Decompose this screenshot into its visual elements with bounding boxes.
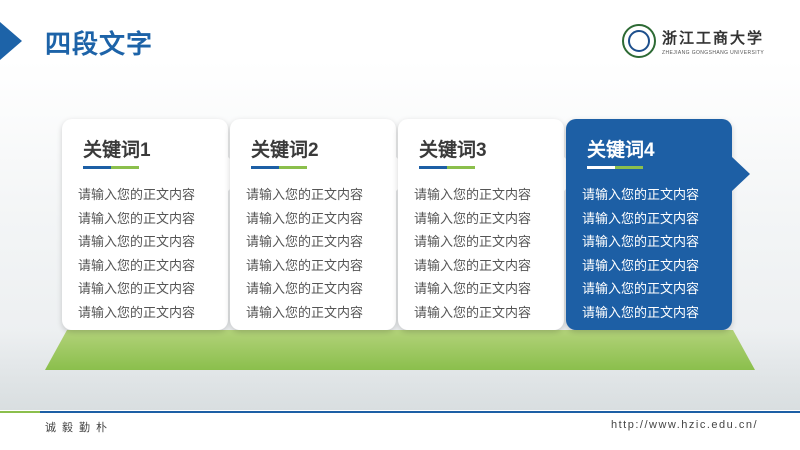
- keyword-card-2: 关键词2 请输入您的正文内容 请输入您的正文内容 请输入您的正文内容 请输入您的…: [230, 119, 414, 330]
- card-body-line: 请输入您的正文内容: [582, 304, 700, 320]
- logo-name-cn: 浙江工商大学: [662, 28, 765, 47]
- card-body-line: 请输入您的正文内容: [414, 187, 532, 202]
- keyword-card-3: 关键词3 请输入您的正文内容 请输入您的正文内容 请输入您的正文内容 请输入您的…: [398, 119, 582, 330]
- card-body-line: 请输入您的正文内容: [246, 257, 364, 273]
- footer-url[interactable]: http://www.hzic.edu.cn/: [611, 419, 758, 431]
- card-title-underline: [251, 166, 307, 169]
- card-title-underline: [83, 166, 139, 169]
- footer-divider: [0, 411, 800, 413]
- green-base-platform: [45, 330, 755, 370]
- card-title-underline: [587, 166, 643, 169]
- card-title: 关键词3: [419, 140, 487, 161]
- card-body-line: 请输入您的正文内容: [414, 234, 532, 249]
- card-body-line: 请输入您的正文内容: [78, 281, 196, 296]
- card-body-line: 请输入您的正文内容: [78, 210, 196, 226]
- corner-arrow-icon: [0, 22, 22, 60]
- card-body-line: 请输入您的正文内容: [582, 281, 700, 296]
- card-body-line: 请输入您的正文内容: [246, 304, 364, 320]
- card-title: 关键词4: [587, 140, 655, 161]
- card-title: 关键词1: [83, 140, 151, 161]
- card-body-line: 请输入您的正文内容: [246, 187, 364, 202]
- keyword-card-4: 关键词4 请输入您的正文内容 请输入您的正文内容 请输入您的正文内容 请输入您的…: [566, 119, 750, 330]
- card-body-line: 请输入您的正文内容: [582, 187, 700, 202]
- logo-name-en: ZHEJIANG GONGSHANG UNIVERSITY: [662, 49, 765, 56]
- card-body-line: 请输入您的正文内容: [246, 210, 364, 226]
- card-body-line: 请输入您的正文内容: [414, 304, 532, 320]
- card-body-line: 请输入您的正文内容: [414, 281, 532, 296]
- card-body-line: 请输入您的正文内容: [414, 210, 532, 226]
- card-body-line: 请输入您的正文内容: [246, 281, 364, 296]
- card-body-line: 请输入您的正文内容: [246, 234, 364, 249]
- card-body-line: 请输入您的正文内容: [78, 187, 196, 202]
- card-body-line: 请输入您的正文内容: [582, 234, 700, 249]
- keyword-card-1: 关键词1 请输入您的正文内容 请输入您的正文内容 请输入您的正文内容 请输入您的…: [62, 119, 246, 330]
- card-body-line: 请输入您的正文内容: [582, 257, 700, 273]
- seal-icon: [622, 24, 656, 58]
- card-title: 关键词2: [251, 140, 319, 161]
- card-pointer-icon: [732, 157, 750, 191]
- card-body-line: 请输入您的正文内容: [78, 257, 196, 273]
- page-title: 四段文字: [45, 29, 154, 59]
- card-body-line: 请输入您的正文内容: [414, 257, 532, 273]
- card-title-underline: [419, 166, 475, 169]
- card-body-line: 请输入您的正文内容: [78, 304, 196, 320]
- footer-motto: 诚毅勤朴: [45, 422, 113, 434]
- university-logo: 浙江工商大学 ZHEJIANG GONGSHANG UNIVERSITY: [622, 22, 772, 60]
- card-body-line: 请输入您的正文内容: [582, 210, 700, 226]
- card-body-line: 请输入您的正文内容: [78, 234, 196, 249]
